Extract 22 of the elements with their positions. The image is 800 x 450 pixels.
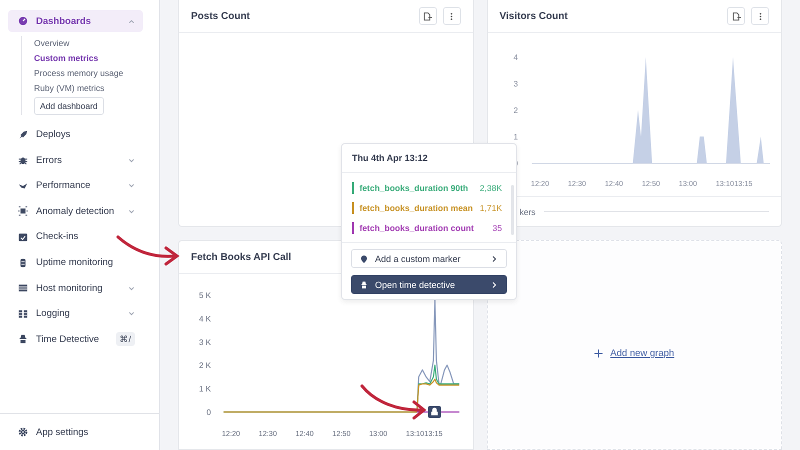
axis-label: 5 K xyxy=(198,291,211,300)
series-name: fetch_books_duration 90th xyxy=(360,183,470,193)
series-value: 2,38K xyxy=(480,183,502,193)
axis-label: 3 K xyxy=(198,338,211,347)
series-value: 35 xyxy=(492,223,502,233)
axis-label: 2 K xyxy=(198,361,211,370)
shortcut-badge: ⌘/ xyxy=(116,332,135,346)
graph-title: Fetch Books API Call xyxy=(191,252,292,262)
axis-label: 1 K xyxy=(198,384,211,394)
axis-label: 0 xyxy=(206,408,211,417)
axis-label: 1 xyxy=(513,132,518,142)
axis-label: 4 xyxy=(513,53,518,62)
axis-label: 2 xyxy=(513,106,518,115)
markers-label: kers xyxy=(520,206,536,217)
series-name: fetch_books_duration count xyxy=(360,223,475,233)
axis-label: 3 xyxy=(513,80,518,88)
series-value: 1,71K xyxy=(480,203,502,213)
graph-title: Visitors Count xyxy=(500,10,568,22)
graph-title: Posts Count xyxy=(191,10,250,22)
axis-label: 4 K xyxy=(198,314,211,324)
tooltip-title: Thu 4th Apr 13:12 xyxy=(342,144,516,173)
series-name: fetch_books_duration mean xyxy=(360,203,474,213)
